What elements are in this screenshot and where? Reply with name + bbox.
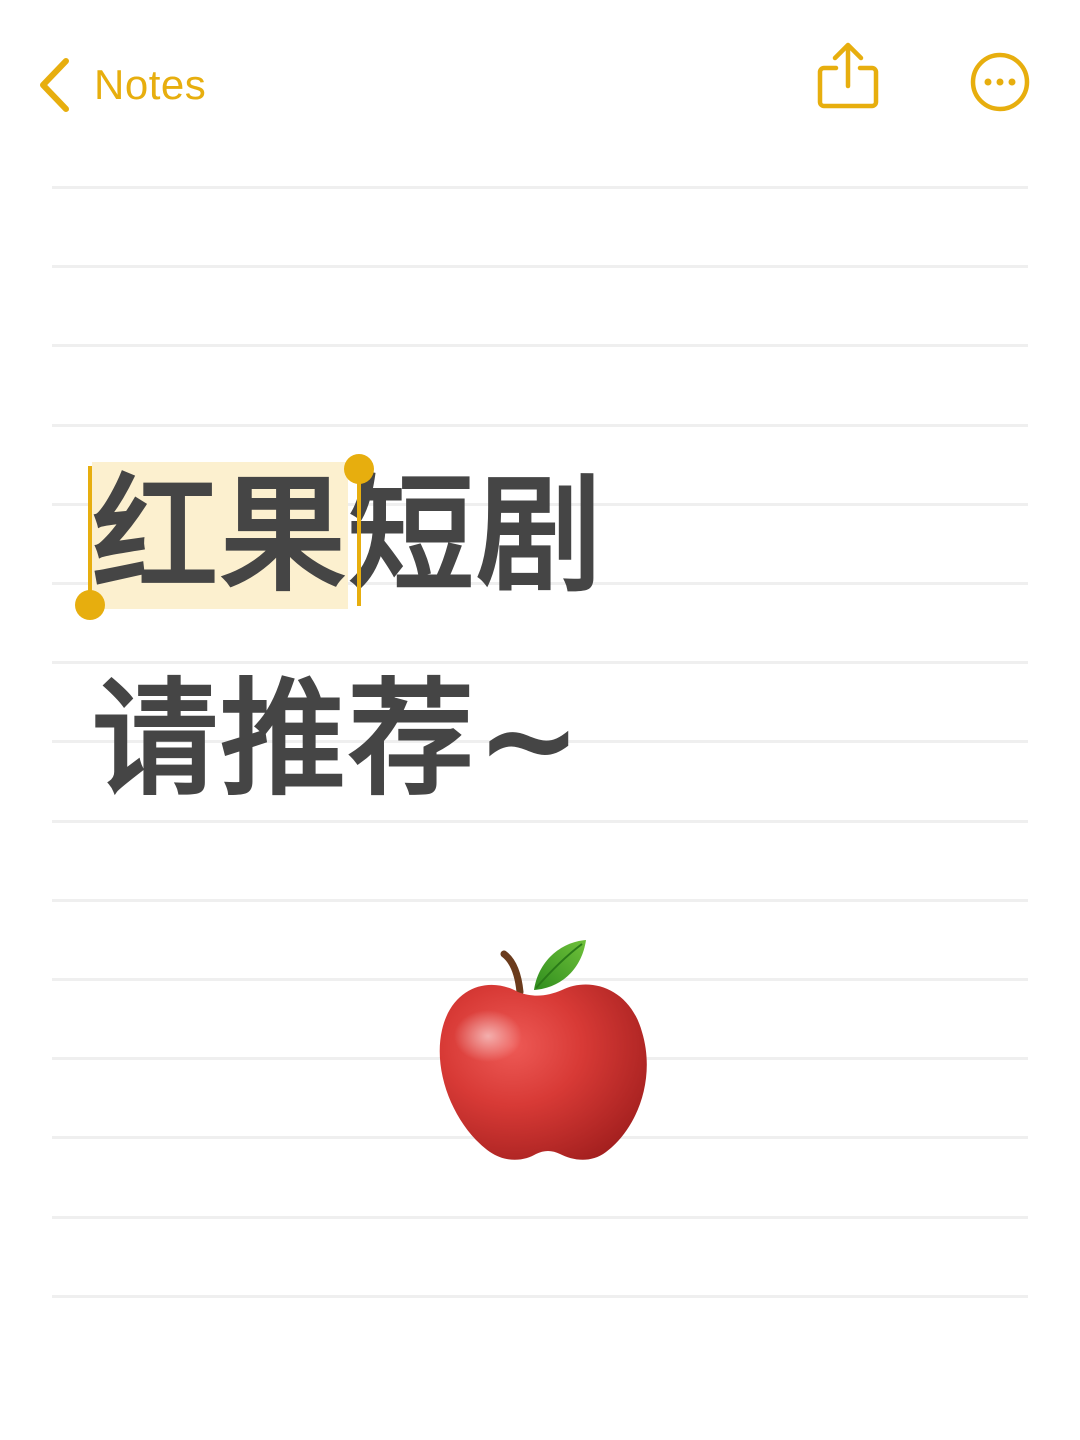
selection-end-bar — [357, 470, 361, 606]
selection-start-handle[interactable] — [75, 590, 105, 620]
selection-end-handle[interactable] — [344, 454, 374, 484]
ruled-line — [52, 1216, 1028, 1219]
note-line-1-rest: 短剧 — [348, 462, 604, 609]
ellipsis-circle-icon — [970, 52, 1030, 112]
ruled-line — [52, 344, 1028, 347]
share-button[interactable] — [814, 40, 882, 112]
ruled-line — [52, 661, 1028, 664]
selected-text[interactable]: 红果 — [92, 462, 348, 609]
apple-emoji — [430, 932, 660, 1172]
chevron-left-icon — [40, 58, 69, 112]
notes-page: Notes 红果短剧 请推荐~ — [0, 0, 1080, 1440]
back-button[interactable]: Notes — [36, 50, 206, 120]
note-line-1[interactable]: 红果短剧 — [92, 462, 604, 609]
more-button[interactable] — [968, 50, 1032, 114]
back-label: Notes — [94, 61, 207, 108]
share-icon — [817, 42, 879, 109]
ruled-line — [52, 820, 1028, 823]
ruled-line — [52, 186, 1028, 189]
ruled-line — [52, 424, 1028, 427]
ruled-line — [52, 899, 1028, 902]
ruled-line — [52, 1295, 1028, 1298]
selection-start-bar — [88, 466, 92, 606]
note-line-2[interactable]: 请推荐~ — [92, 670, 584, 810]
ruled-line — [52, 265, 1028, 268]
